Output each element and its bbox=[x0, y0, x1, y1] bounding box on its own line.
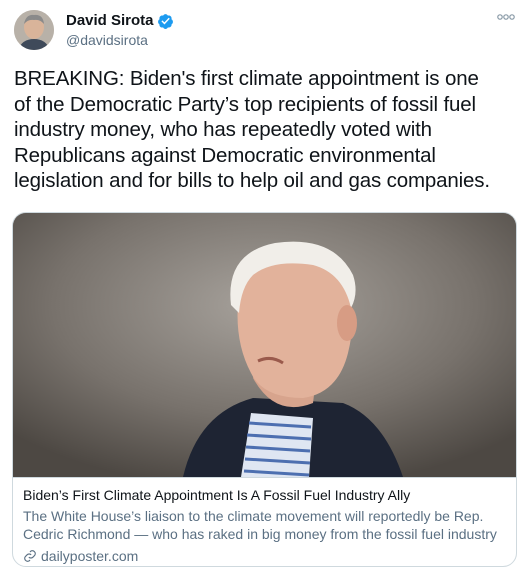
card-image[interactable] bbox=[13, 213, 516, 477]
tweet: David Sirota @davidsirota BREAKING: Bide… bbox=[0, 0, 529, 579]
tweet-text: BREAKING: Biden's first climate appointm… bbox=[14, 67, 490, 192]
author-names: David Sirota @davidsirota bbox=[66, 11, 174, 49]
card-meta: Biden’s First Climate Appointment Is A F… bbox=[13, 477, 516, 566]
avatar[interactable] bbox=[14, 10, 54, 50]
author-handle[interactable]: @davidsirota bbox=[66, 31, 174, 49]
name-row: David Sirota bbox=[66, 11, 174, 31]
link-card[interactable]: Biden’s First Climate Appointment Is A F… bbox=[12, 212, 517, 567]
card-description: The White House’s liaison to the climate… bbox=[23, 508, 497, 542]
more-options-icon[interactable] bbox=[495, 10, 517, 24]
verified-badge-icon bbox=[157, 13, 174, 30]
author-display-name[interactable]: David Sirota bbox=[66, 11, 154, 31]
link-icon bbox=[23, 549, 37, 563]
card-domain-text: dailyposter.com bbox=[41, 548, 139, 564]
card-title[interactable]: Biden’s First Climate Appointment Is A F… bbox=[23, 486, 506, 504]
card-domain[interactable]: dailyposter.com bbox=[23, 547, 506, 565]
tweet-header: David Sirota @davidsirota bbox=[14, 10, 174, 50]
